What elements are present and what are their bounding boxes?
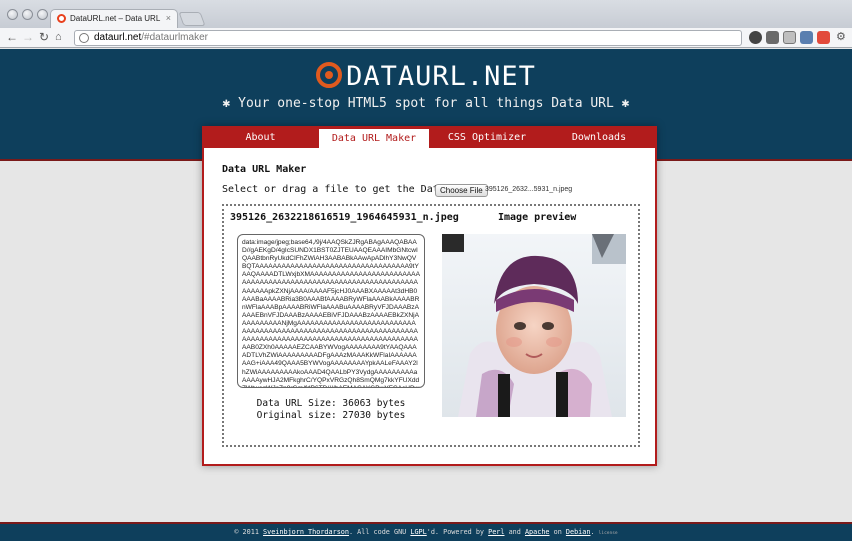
- reload-icon[interactable]: ↻: [39, 30, 49, 45]
- browser-tabstrip: DataURL.net – Data URL Mak ×: [0, 0, 852, 28]
- close-window-icon[interactable]: [7, 9, 18, 20]
- footer-text-3: and: [504, 528, 525, 536]
- minimize-window-icon[interactable]: [22, 9, 33, 20]
- image-preview: [442, 234, 626, 417]
- size-info: Data URL Size: 36063 bytes Original size…: [237, 398, 425, 422]
- child-photo-image: [442, 234, 626, 417]
- zoom-window-icon[interactable]: [37, 9, 48, 20]
- footer-text-5: .: [590, 528, 595, 536]
- site-logo[interactable]: DATAURL.NET: [0, 61, 852, 92]
- address-url[interactable]: dataurl.net/#dataurlmaker: [94, 31, 208, 45]
- url-path: /#dataurlmaker: [141, 32, 208, 43]
- footer-text-4: on: [549, 528, 566, 536]
- tab-css-optimizer[interactable]: CSS Optimizer: [431, 128, 543, 148]
- footer-text-1: . All code GNU: [348, 528, 411, 536]
- extension-window-icon[interactable]: [800, 31, 813, 44]
- site-tagline: ✱ Your one-stop HTML5 spot for all thing…: [222, 96, 630, 111]
- back-icon[interactable]: ←: [6, 30, 18, 45]
- wrench-menu-icon[interactable]: ⚙: [836, 30, 846, 45]
- choose-file-button[interactable]: Choose File: [435, 184, 488, 197]
- url-host: dataurl.net: [94, 32, 142, 43]
- page-info-icon[interactable]: [79, 33, 89, 43]
- dataurl-favicon-icon: [57, 14, 66, 23]
- browser-tab[interactable]: DataURL.net – Data URL Mak ×: [50, 9, 178, 28]
- lgpl-link[interactable]: LGPL: [410, 528, 426, 536]
- image-preview-label: Image preview: [498, 212, 577, 223]
- chosen-file-name: 395126_2632...5931_n.jpeg: [485, 186, 573, 193]
- extension-incognito-icon[interactable]: [766, 31, 779, 44]
- apache-link[interactable]: Apache: [525, 528, 550, 536]
- extension-badge-icon[interactable]: [817, 31, 830, 44]
- forward-icon[interactable]: →: [22, 30, 34, 45]
- new-tab-button[interactable]: [178, 12, 206, 26]
- browser-tab-title: DataURL.net – Data URL Mak: [70, 14, 162, 23]
- main-card: About Data URL Maker CSS Optimizer Downl…: [202, 126, 657, 466]
- result-filename: 395126_2632218616519_1964645931_n.jpeg: [230, 212, 459, 223]
- footer-copyright: © 2011: [234, 528, 264, 536]
- page-title: Data URL Maker: [222, 164, 307, 175]
- logo-target-icon: [316, 62, 343, 88]
- close-tab-icon[interactable]: ×: [166, 13, 171, 23]
- debian-link[interactable]: Debian: [566, 528, 591, 536]
- site-footer: © 2011 Sveinbjorn Thordarson. All code G…: [0, 522, 852, 541]
- tab-about[interactable]: About: [204, 128, 317, 148]
- perl-link[interactable]: Perl: [488, 528, 504, 536]
- home-icon[interactable]: ⌂: [55, 30, 62, 45]
- tab-data-url-maker[interactable]: Data URL Maker: [319, 129, 429, 149]
- extension-g-icon[interactable]: [749, 31, 762, 44]
- extension-storage-icon[interactable]: [783, 31, 796, 44]
- logo-text: DATAURL.NET: [346, 61, 536, 92]
- tab-downloads[interactable]: Downloads: [543, 128, 655, 148]
- original-size: Original size: 27030 bytes: [256, 410, 406, 421]
- author-link[interactable]: Sveinbjorn Thordarson: [263, 528, 349, 536]
- footer-text-2: 'd. Powered by: [426, 528, 489, 536]
- browser-toolbar: ← → ↻ ⌂ dataurl.net/#dataurlmaker ☆ ⚙: [0, 28, 852, 48]
- nav-tabs: About Data URL Maker CSS Optimizer Downl…: [204, 128, 655, 149]
- data-url-textarea[interactable]: data:image/jpeg;base64,/9j/4AAQSkZJRgABA…: [237, 234, 425, 388]
- address-bar[interactable]: dataurl.net/#dataurlmaker ☆: [74, 30, 813, 46]
- license-link[interactable]: license: [599, 531, 618, 536]
- result-panel[interactable]: 395126_2632218616519_1964645931_n.jpeg I…: [222, 204, 640, 447]
- data-url-size: Data URL Size: 36063 bytes: [256, 398, 406, 409]
